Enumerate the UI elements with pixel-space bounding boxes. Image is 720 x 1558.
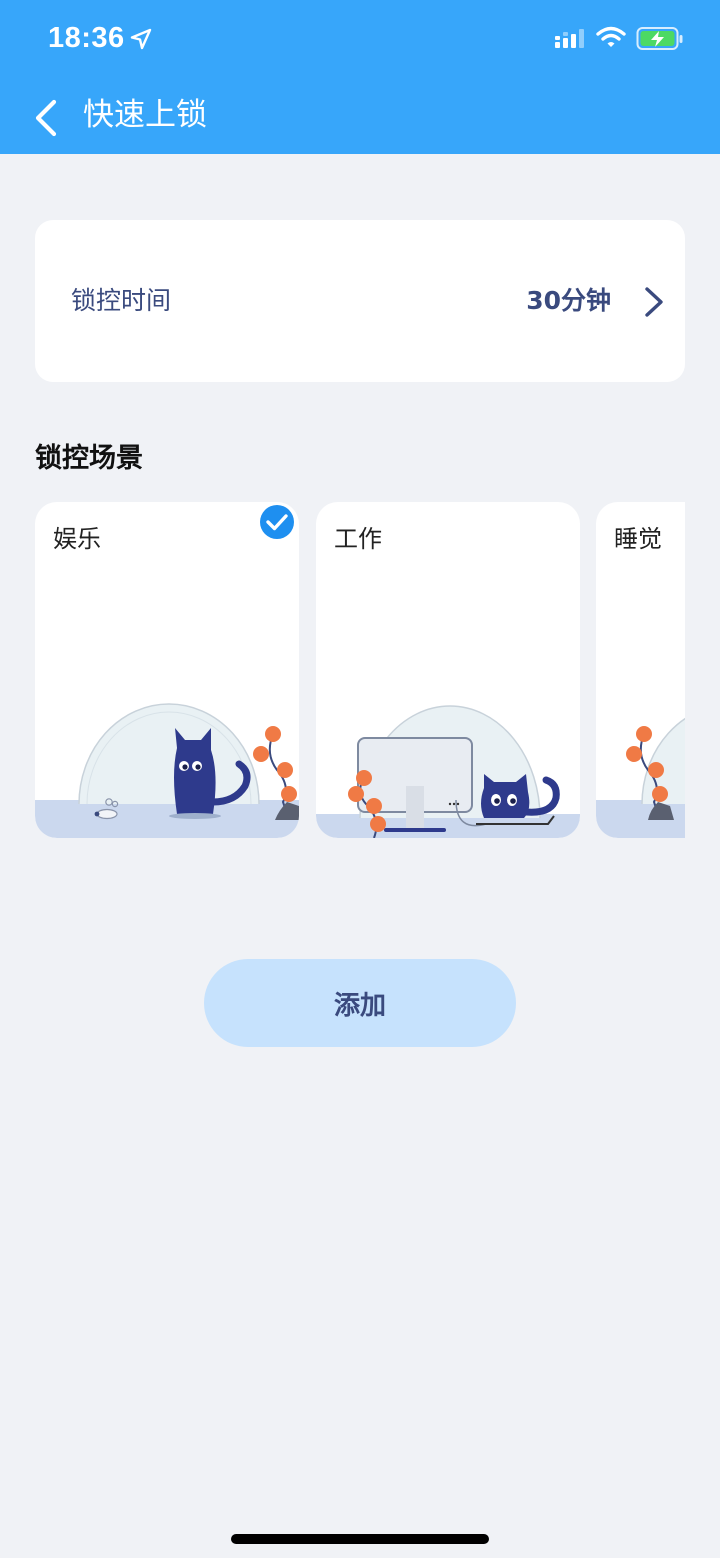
scene-card-sleep[interactable]: 睡觉 xyxy=(596,502,685,838)
scene-section-title: 锁控场景 xyxy=(35,443,143,474)
add-button[interactable]: 添加 xyxy=(204,959,516,1047)
chevron-left-icon xyxy=(35,99,57,137)
home-indicator[interactable] xyxy=(231,1534,489,1544)
chevron-right-icon xyxy=(645,287,663,317)
status-bar: 18:36 xyxy=(0,0,720,80)
scene-card-work[interactable]: 工作 xyxy=(316,502,580,838)
scene-label: 工作 xyxy=(334,525,382,553)
lock-time-label: 锁控时间 xyxy=(71,286,172,315)
check-circle-icon xyxy=(260,505,294,539)
back-button[interactable] xyxy=(24,94,68,142)
cellular-signal-icon xyxy=(555,29,584,48)
scene-label: 睡觉 xyxy=(614,525,662,553)
scene-carousel[interactable]: 娱乐 工作 睡觉 xyxy=(35,502,685,838)
location-arrow-icon xyxy=(130,28,152,50)
lock-time-row[interactable]: 锁控时间 30分钟 xyxy=(35,220,685,382)
app-header: 18:36 快速上锁 xyxy=(0,0,720,154)
wifi-icon xyxy=(596,26,626,47)
battery-charging-icon xyxy=(636,27,683,50)
navigation-bar: 快速上锁 xyxy=(0,80,720,154)
page-title: 快速上锁 xyxy=(83,97,207,133)
scene-card-entertainment[interactable]: 娱乐 xyxy=(35,502,299,838)
lock-time-value: 30分钟 xyxy=(526,286,611,315)
status-time: 18:36 xyxy=(48,22,125,54)
scene-label: 娱乐 xyxy=(53,525,101,553)
